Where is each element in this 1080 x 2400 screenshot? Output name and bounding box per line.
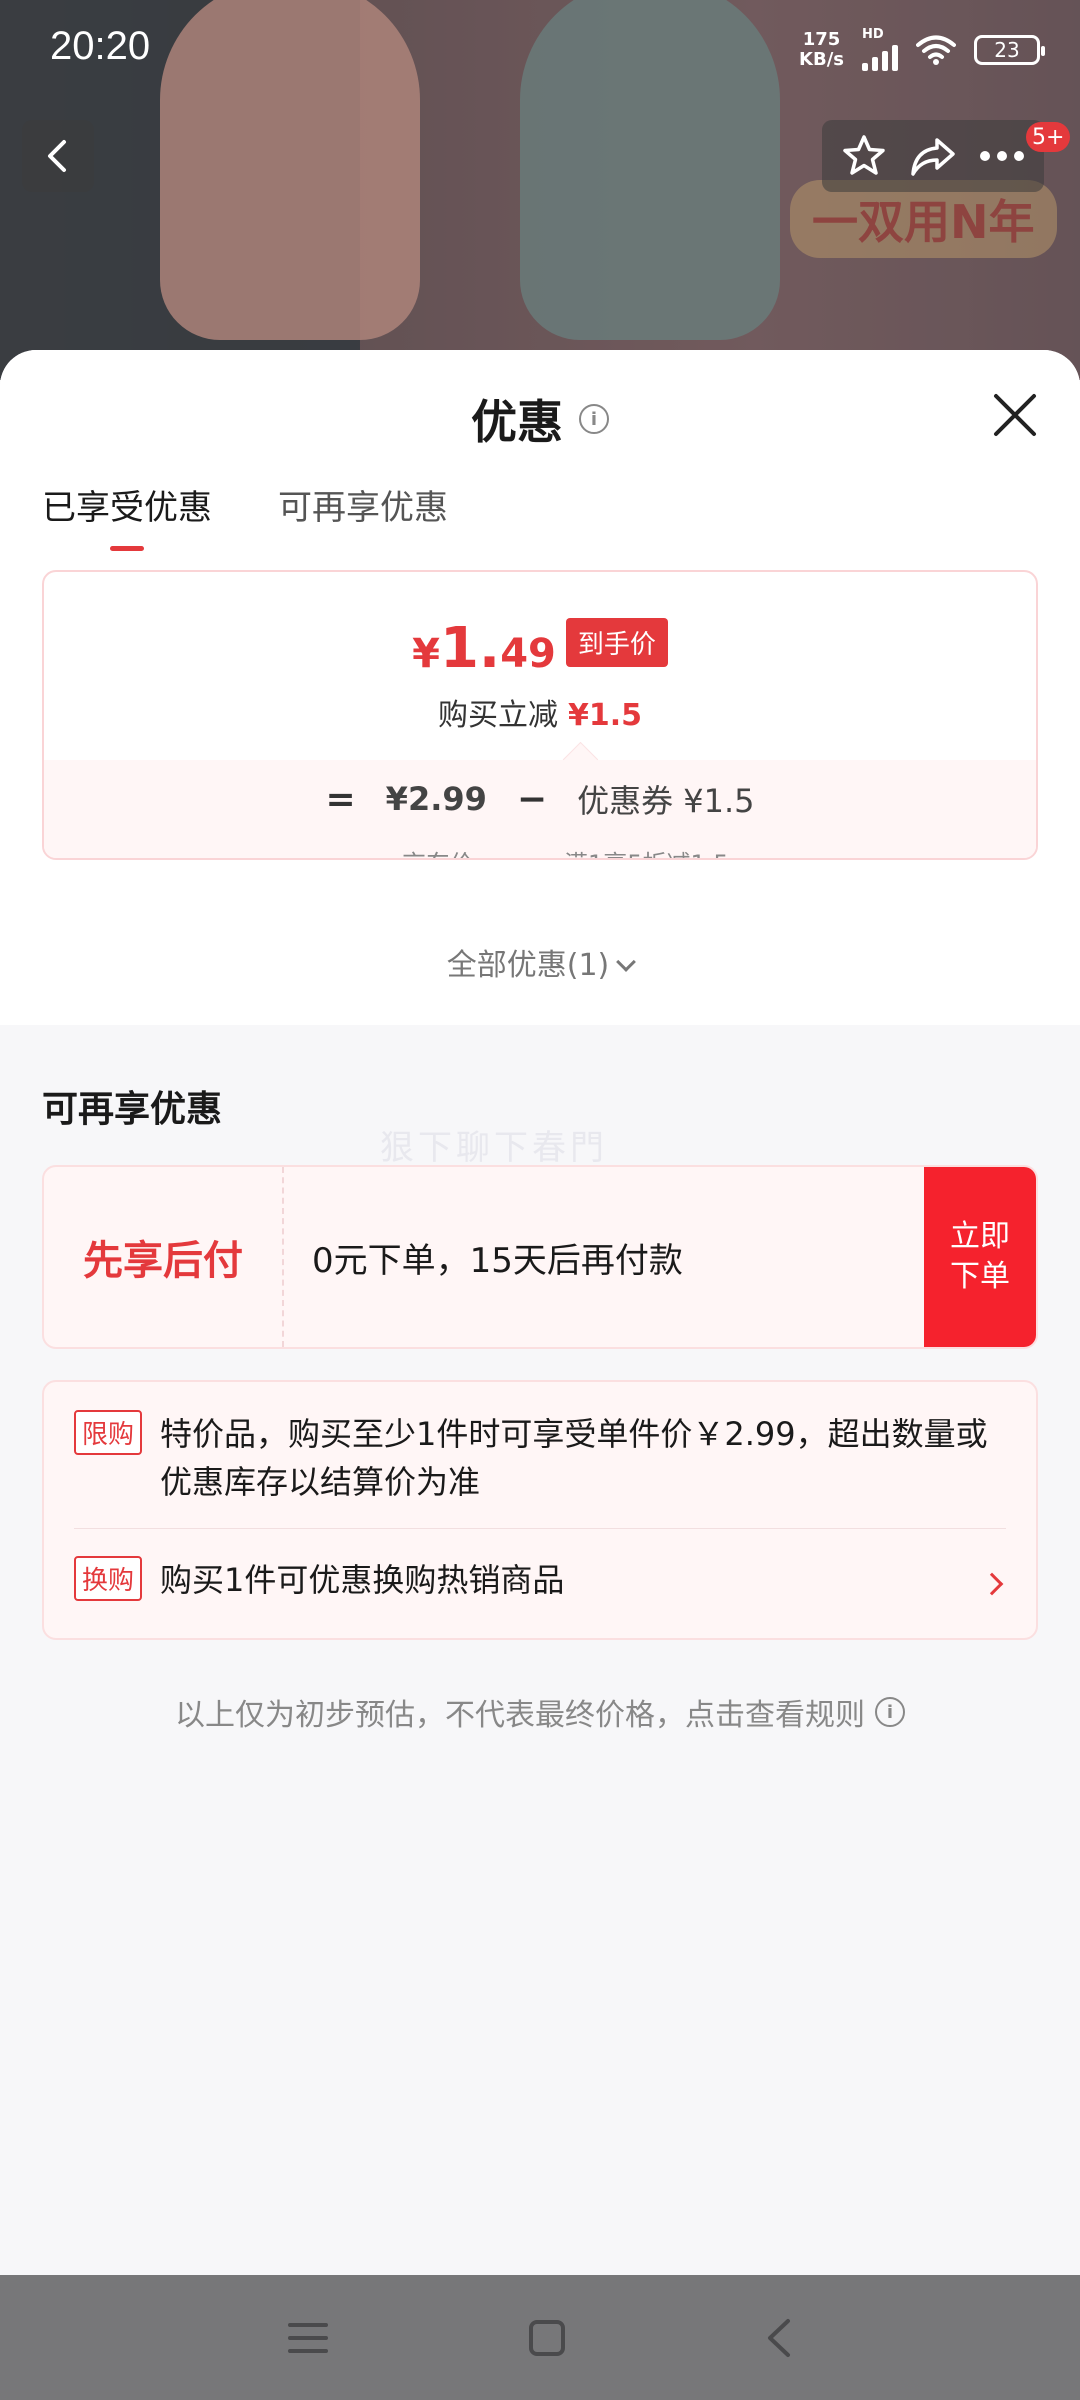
equals-sign: = — [325, 778, 356, 820]
instant-reduction: 购买立减 ¥1.5 — [44, 690, 1036, 734]
discount-tabs: 已享受优惠 可再享优惠 — [42, 480, 448, 551]
disclaimer-text: 以上仅为初步预估，不代表最终价格，点击查看规则 — [175, 1698, 865, 1733]
promo-tag-limit: 限购 — [74, 1410, 143, 1455]
order-now-line2: 下单 — [950, 1259, 1010, 1294]
nav-back-icon[interactable] — [766, 2318, 792, 2358]
bnpl-title: 先享后付 — [44, 1167, 284, 1347]
home-icon[interactable] — [528, 2319, 566, 2357]
final-price-row: ¥1.49 到手价 — [44, 616, 1036, 681]
final-price-tag: 到手价 — [565, 618, 668, 667]
message-badge: 5+ — [1026, 122, 1071, 152]
info-icon[interactable]: i — [579, 404, 609, 434]
jd-price-label: 京东价 — [402, 844, 474, 858]
star-icon[interactable] — [841, 133, 887, 179]
sheet-title: 优惠 — [471, 395, 563, 449]
bnpl-description: 0元下单，15天后再付款 — [312, 1240, 683, 1281]
chevron-down-icon — [616, 952, 637, 972]
battery-level: 23 — [994, 37, 1020, 62]
promo-tag-exchange: 换购 — [74, 1556, 143, 1601]
promo-text-exchange: 购买1件可优惠换购热销商品 — [160, 1561, 565, 1599]
network-speed: 175 KB/s — [799, 28, 844, 70]
network-speed-unit: KB/s — [799, 48, 844, 70]
promo-item-exchange[interactable]: 换购 购买1件可优惠换购热销商品 — [74, 1556, 956, 1604]
price-breakdown-card: ¥1.49 到手价 购买立减 ¥1.5 = ¥2.99 − 优惠券 ¥1.5 京东… — [42, 570, 1038, 860]
order-now-line1: 立即 — [950, 1219, 1010, 1254]
more-icon[interactable] — [979, 150, 1025, 162]
price-disclaimer[interactable]: 以上仅为初步预估，不代表最终价格，点击查看规则 i — [0, 1690, 1080, 1734]
reduction-label: 购买立减 — [437, 698, 558, 733]
close-icon[interactable] — [990, 390, 1040, 440]
all-discounts-toggle[interactable]: 全部优惠(1) — [0, 940, 1080, 984]
promo-card: 限购 特价品，购买至少1件时可享受单件价￥2.99，超出数量或优惠库存以结算价为… — [42, 1380, 1038, 1640]
all-discounts-label: 全部优惠(1) — [446, 948, 610, 983]
reduction-value: ¥1.5 — [567, 698, 643, 733]
back-icon — [48, 140, 66, 172]
price-currency: ¥ — [412, 631, 440, 677]
minus-sign: − — [516, 778, 548, 820]
status-bar: 20:20 175 KB/s HD 23 — [0, 0, 1080, 100]
promo-divider — [74, 1528, 1006, 1529]
sheet-title-row: 优惠 i — [0, 386, 1080, 452]
wifi-icon — [916, 35, 956, 65]
jd-price: ¥2.99 — [385, 780, 487, 818]
battery-icon: 23 — [974, 34, 1045, 65]
chevron-right-icon[interactable] — [980, 1572, 1004, 1596]
network-type: HD — [862, 27, 884, 42]
coupon-amount: 优惠券 ¥1.5 — [577, 782, 755, 820]
share-icon[interactable] — [909, 134, 957, 178]
cell-signal-icon: HD — [862, 28, 898, 71]
network-speed-value: 175 — [802, 28, 841, 50]
bnpl-card: 先享后付 0元下单，15天后再付款 立即 下单 — [42, 1165, 1038, 1349]
tab-available[interactable]: 可再享优惠 — [278, 480, 448, 551]
discount-sheet: 优惠 i 已享受优惠 可再享优惠 ¥1.49 到手价 购买立减 ¥1.5 = ¥… — [0, 350, 1080, 2275]
status-indicators: 175 KB/s HD 23 — [799, 28, 1045, 71]
top-actions-group — [822, 120, 1044, 192]
price-formula: = ¥2.99 − 优惠券 ¥1.5 京东价 满1享5折减1.5 — [44, 760, 1036, 858]
sheet-header-area: 优惠 i 已享受优惠 可再享优惠 ¥1.49 到手价 购买立减 ¥1.5 = ¥… — [0, 350, 1080, 1025]
promo-item-limit: 限购 特价品，购买至少1件时可享受单件价￥2.99，超出数量或优惠库存以结算价为… — [74, 1410, 1006, 1506]
section-title-available: 可再享优惠 — [42, 1089, 223, 1130]
back-button[interactable] — [22, 120, 94, 192]
system-nav-bar — [0, 2275, 1080, 2400]
promo-text-limit: 特价品，购买至少1件时可享受单件价￥2.99，超出数量或优惠库存以结算价为准 — [160, 1415, 988, 1501]
order-now-button[interactable]: 立即 下单 — [924, 1167, 1036, 1347]
price-decimal: 49 — [500, 631, 556, 677]
final-price: ¥1.49 — [412, 616, 556, 681]
price-integer: 1. — [439, 616, 501, 681]
watermark-text: 狠下聊下春門 — [380, 1128, 608, 1168]
coupon-label: 满1享5折减1.5 — [564, 844, 729, 858]
tab-enjoyed[interactable]: 已享受优惠 — [42, 480, 212, 551]
rules-info-icon[interactable]: i — [875, 1697, 905, 1727]
status-time: 20:20 — [50, 24, 151, 68]
menu-icon[interactable] — [288, 2321, 328, 2355]
